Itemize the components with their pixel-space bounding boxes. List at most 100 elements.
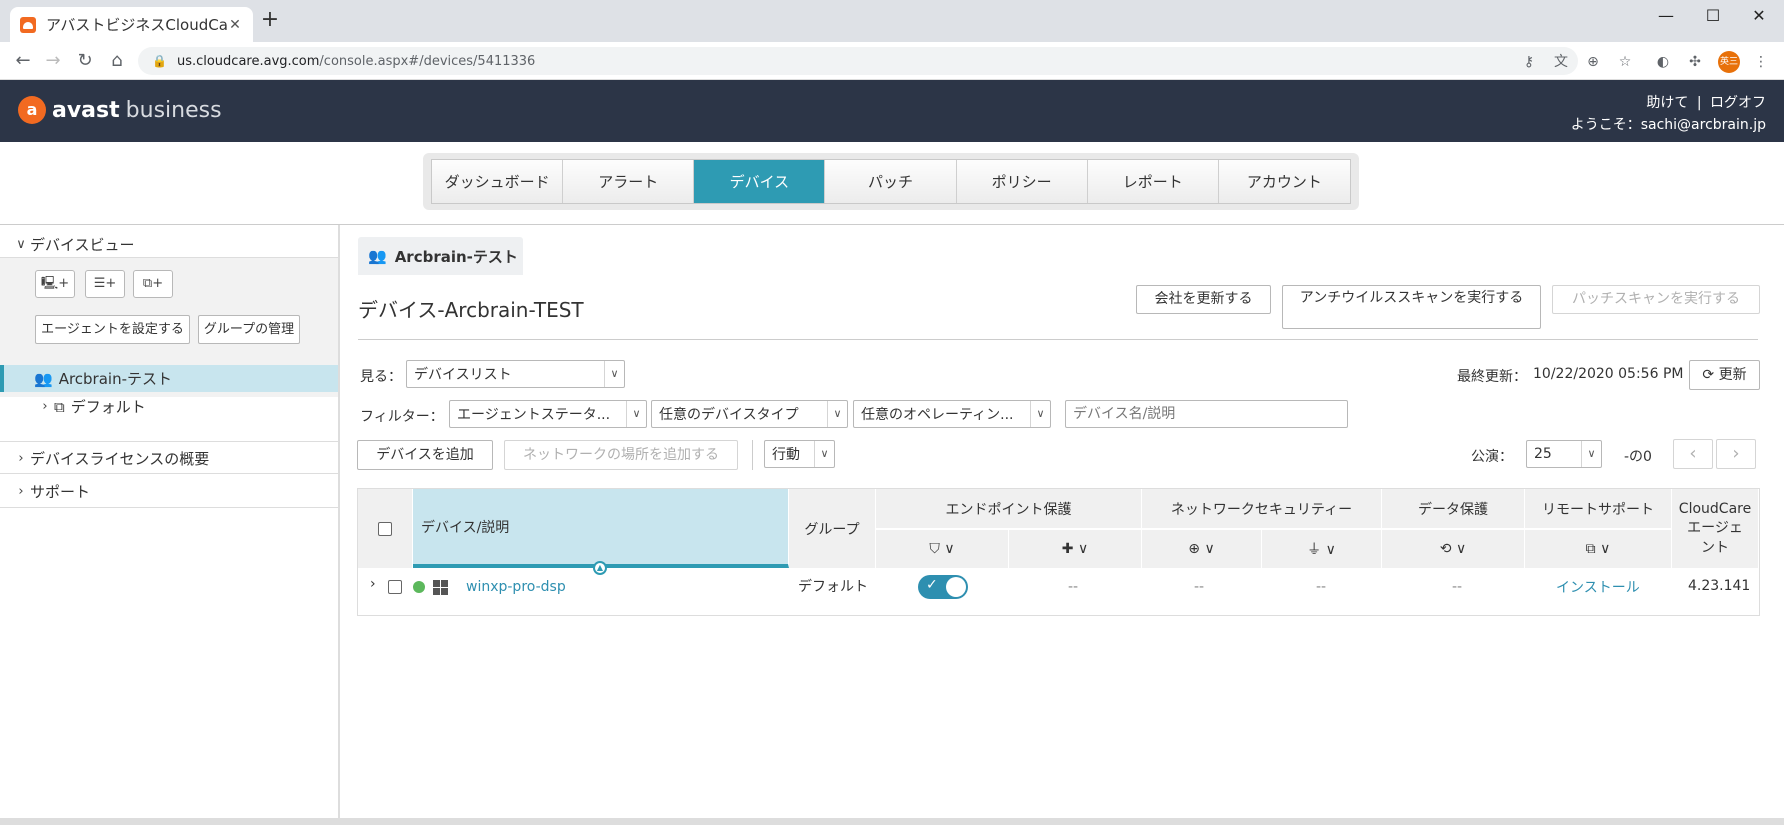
run-av-scan-button[interactable]: アンチウイルススキャンを実行する — [1282, 285, 1541, 329]
help-link[interactable]: 助けて — [1646, 95, 1688, 111]
forward-icon[interactable]: → — [42, 50, 64, 72]
col-group-header[interactable]: グループ — [789, 489, 876, 568]
remote-desktop-icon: ⧉ ∨ — [1585, 541, 1611, 557]
manage-groups-button[interactable]: グループの管理 — [198, 315, 300, 344]
last-updated-value: 10/22/2020 05:56 PM — [1533, 366, 1684, 382]
patch-filter[interactable]: ✚ ∨ — [1009, 529, 1142, 568]
funnel-icon: ⏚ ∨ — [1307, 542, 1336, 558]
sidebar: ∨ デバイスビュー 🖳+ ☰+ ⧉+ エージェントを設定する グループの管理 👥… — [0, 225, 340, 825]
profile-avatar[interactable]: 英三 — [1718, 51, 1740, 73]
nav-dashboard[interactable]: ダッシュボード — [432, 160, 564, 203]
nav-alerts[interactable]: アラート — [563, 160, 695, 203]
avast-logo[interactable]: a avast business — [18, 96, 222, 124]
view-select[interactable]: デバイスリスト ∨ — [406, 360, 625, 388]
zoom-icon[interactable]: ⊕ — [1582, 51, 1604, 73]
nav-policies[interactable]: ポリシー — [956, 160, 1088, 203]
update-company-button[interactable]: 会社を更新する — [1136, 285, 1271, 314]
nav-patches[interactable]: パッチ — [825, 160, 957, 203]
install-remote-link[interactable]: インストール — [1556, 569, 1640, 605]
remote-filter[interactable]: ⧉ ∨ — [1525, 529, 1672, 568]
app-header: a avast business 助けて | ログオフ ようこそ：sachi@a… — [0, 80, 1784, 142]
col-network-header: ネットワークセキュリティー — [1142, 489, 1382, 528]
select-all-header — [358, 489, 413, 568]
new-tab-button[interactable]: + — [260, 9, 280, 31]
tree-item-default[interactable]: › ⧉ デフォルト — [36, 393, 145, 420]
firewall-filter[interactable]: ⏚ ∨ — [1262, 529, 1382, 568]
minimize-button[interactable]: — — [1643, 2, 1689, 30]
avast-logo-icon: a — [18, 96, 46, 124]
next-page-button[interactable]: › — [1716, 439, 1756, 469]
expand-row-icon[interactable]: › — [370, 569, 376, 599]
toggle-switch[interactable]: ✓ — [918, 575, 968, 599]
filter-os[interactable]: 任意のオペレーティン... ∨ — [853, 400, 1051, 428]
web-cell: -- — [1194, 579, 1205, 595]
device-view-header[interactable]: ∨ デバイスビュー — [0, 231, 338, 257]
add-device-button[interactable]: デバイスを追加 — [357, 440, 493, 470]
extension-icon[interactable]: ◐ — [1652, 51, 1674, 73]
close-window-button[interactable]: ✕ — [1736, 2, 1782, 30]
action-select[interactable]: 行動 ∨ — [764, 440, 835, 468]
nav-devices[interactable]: デバイス — [694, 160, 826, 203]
nav-account[interactable]: アカウント — [1218, 160, 1350, 203]
per-page-label: 公演： — [1471, 449, 1513, 465]
reload-icon[interactable]: ↻ — [74, 50, 96, 72]
run-patch-scan-button[interactable]: パッチスキャンを実行する — [1552, 285, 1760, 314]
col-device-header[interactable]: デバイス/説明 — [413, 489, 789, 568]
support-header[interactable]: › サポート — [0, 475, 338, 507]
globe-icon: ⊕ ∨ — [1188, 541, 1215, 557]
home-icon[interactable]: ⌂ — [106, 50, 128, 72]
antivirus-filter[interactable]: ⛉ ∨ — [876, 529, 1009, 568]
filter-label: フィルター： — [360, 409, 444, 425]
chevron-down-icon: ∨ — [626, 401, 646, 427]
chevron-down-icon: ∨ — [814, 441, 834, 467]
address-bar[interactable]: 🔒 us.cloudcare.avg.com/console.aspx#/dev… — [138, 47, 1578, 75]
tab-close-icon[interactable]: ✕ — [227, 17, 243, 33]
patch-cell: -- — [1068, 579, 1079, 595]
filter-agent-status[interactable]: エージェントステータ... ∨ — [449, 400, 647, 428]
add-device-button[interactable]: 🖳+ — [35, 270, 75, 298]
last-updated-label: 最終更新： — [1457, 369, 1527, 385]
device-link[interactable]: winxp-pro-dsp — [466, 579, 566, 595]
tree-item-arcbrain[interactable]: 👥 Arcbrain-テスト — [0, 365, 338, 392]
set-agent-button[interactable]: エージェントを設定する — [35, 315, 190, 344]
back-icon[interactable]: ← — [12, 50, 34, 72]
web-filter[interactable]: ⊕ ∨ — [1142, 529, 1262, 568]
agent-version-cell: 4.23.141 — [1688, 578, 1751, 594]
main-nav: ダッシュボード アラート デバイス パッチ ポリシー レポート アカウント — [431, 159, 1351, 204]
logoff-link[interactable]: ログオフ — [1710, 95, 1766, 111]
license-overview-header[interactable]: › デバイスライセンスの概要 — [0, 443, 338, 473]
chevron-left-icon: ‹ — [1689, 443, 1697, 464]
translate-icon[interactable]: 文 — [1550, 51, 1572, 73]
browser-tab[interactable]: アバストビジネスCloudCar ✕ — [10, 7, 253, 42]
windows-icon — [433, 579, 448, 595]
filter-device-type[interactable]: 任意のデバイスタイプ ∨ — [651, 400, 848, 428]
refresh-button[interactable]: ⟳ 更新 — [1689, 360, 1760, 390]
col-agent-header[interactable]: CloudCare エージェ ント — [1672, 489, 1759, 568]
puzzle-icon[interactable]: ✣ — [1684, 51, 1706, 73]
table-row[interactable]: › winxp-pro-dsp デフォルト ✓ -- -- -- -- インスト… — [358, 569, 1759, 614]
prev-page-button[interactable]: ‹ — [1673, 439, 1713, 469]
support-label: サポート — [30, 482, 91, 501]
refresh-label: 更新 — [1718, 367, 1747, 383]
bookmark-star-icon[interactable]: ☆ — [1614, 51, 1636, 73]
antivirus-toggle[interactable]: ✓ — [918, 569, 968, 605]
nav-reports[interactable]: レポート — [1087, 160, 1219, 203]
per-page-select[interactable]: 25 ∨ — [1526, 440, 1602, 468]
maximize-button[interactable]: ☐ — [1690, 2, 1736, 30]
select-all-checkbox[interactable] — [378, 521, 392, 536]
chevron-down-icon: ∨ — [604, 361, 624, 387]
add-group-button[interactable]: ☰+ — [85, 270, 125, 298]
add-network-location-button[interactable]: ネットワークの場所を追加する — [504, 440, 738, 470]
row-checkbox[interactable] — [388, 580, 402, 594]
key-icon[interactable]: ⚷ — [1518, 51, 1540, 73]
add-subgroup-button[interactable]: ⧉+ — [133, 270, 173, 298]
browser-menu-icon[interactable]: ⋮ — [1750, 51, 1772, 73]
col-endpoint-header: エンドポイント保護 — [876, 489, 1142, 528]
group-tab[interactable]: 👥 Arcbrain-テスト — [358, 237, 523, 275]
refresh-icon: ⟳ — [1702, 367, 1715, 383]
device-search-input[interactable]: デバイス名/説明 — [1065, 400, 1348, 428]
view-select-value: デバイスリスト — [414, 367, 512, 383]
header-separator: | — [1696, 95, 1702, 111]
backup-filter[interactable]: ⟲ ∨ — [1382, 529, 1525, 568]
filter-agent-status-value: エージェントステータ... — [457, 407, 611, 423]
